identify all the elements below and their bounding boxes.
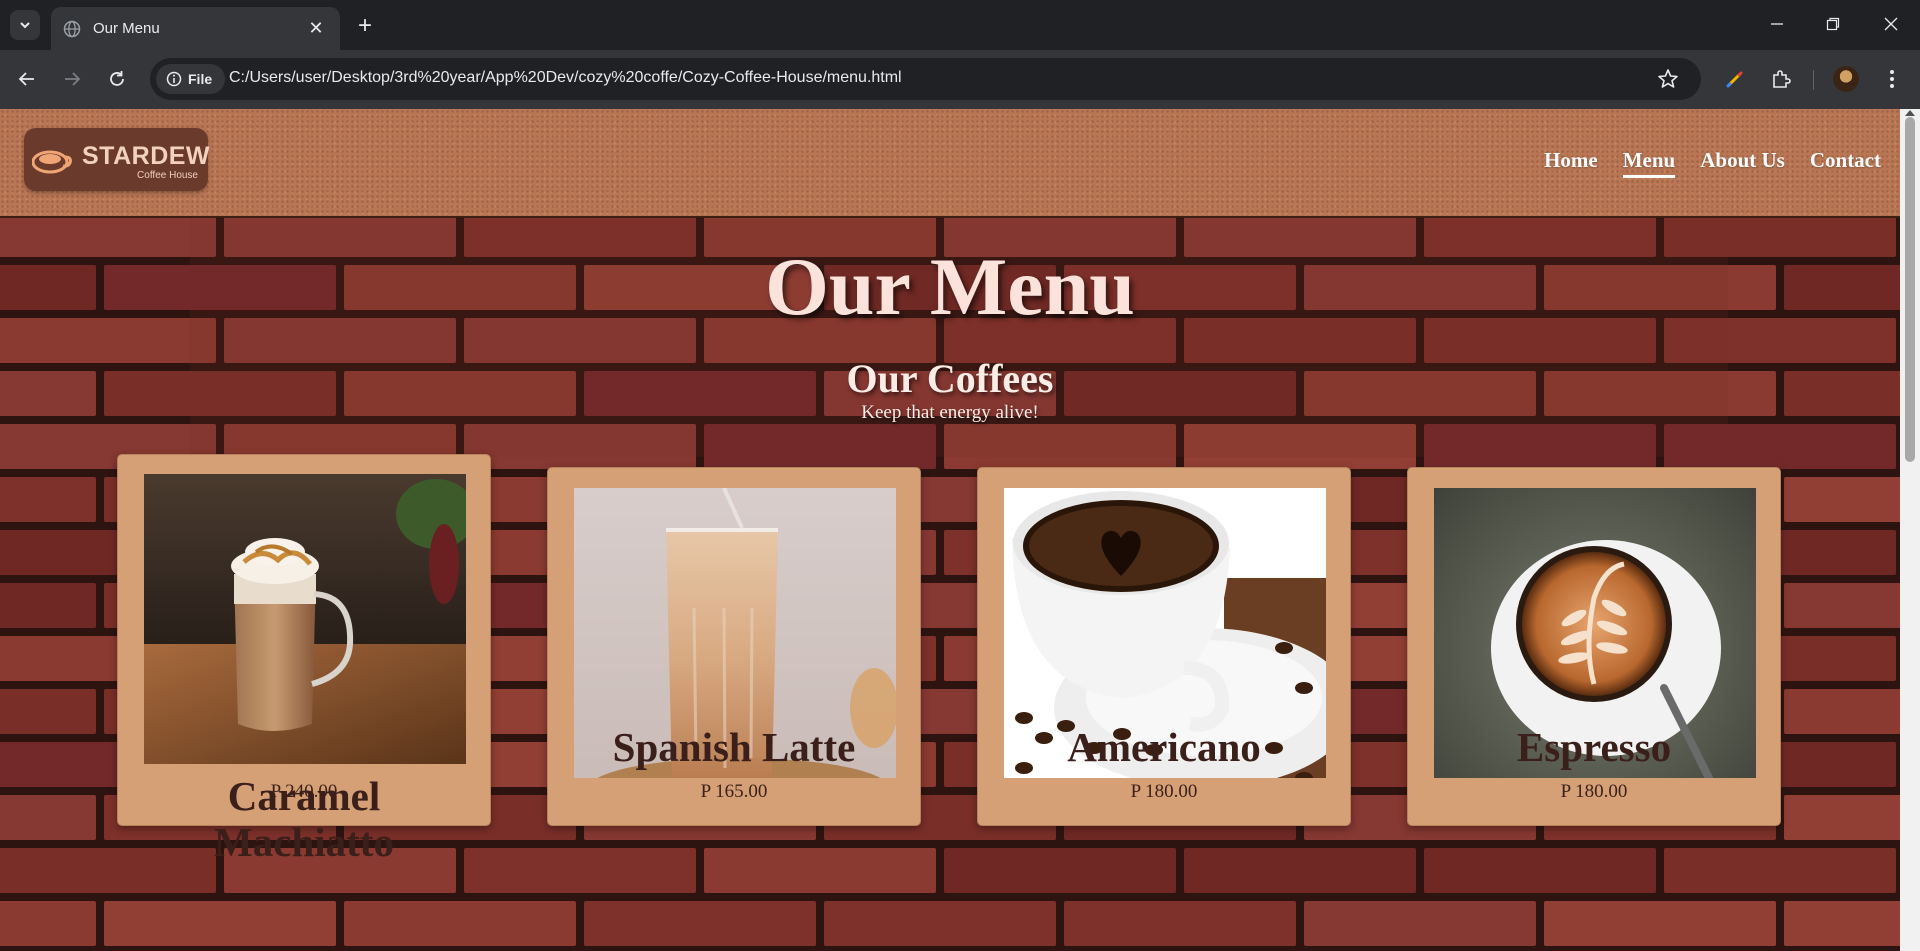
forward-button[interactable] xyxy=(57,64,87,94)
nav-home[interactable]: Home xyxy=(1544,148,1598,178)
menu-item-price: P 240.00 xyxy=(270,781,338,802)
menu-card-caramel-machiatto[interactable]: Caramel Machiatto P 240.00 xyxy=(117,454,491,865)
tab-title: Our Menu xyxy=(93,20,160,37)
browser-toolbar: File C:/Users/user/Desktop/3rd%20year/Ap… xyxy=(0,50,1920,109)
logo-brand: STARDEW xyxy=(82,142,211,170)
arrow-right-icon xyxy=(65,72,81,86)
section-subtitle: Keep that energy alive! xyxy=(861,402,1039,423)
arrow-left-icon xyxy=(18,72,34,86)
minimize-button[interactable] xyxy=(1754,6,1800,42)
menu-item-name: Americano xyxy=(1067,724,1261,770)
menu-item-name: Espresso xyxy=(1516,724,1672,770)
globe-icon xyxy=(63,20,81,37)
close-icon xyxy=(1884,17,1898,31)
tab-close-icon[interactable]: ✕ xyxy=(304,17,328,41)
puzzle-icon xyxy=(1773,70,1791,88)
menu-card-espresso[interactable]: Espresso P 180.00 xyxy=(1407,467,1781,826)
url-text[interactable]: C:/Users/user/Desktop/3rd%20year/App%20D… xyxy=(229,69,902,87)
nav-menu[interactable]: Menu xyxy=(1622,148,1676,178)
back-button[interactable] xyxy=(12,64,42,94)
site-chip-label: File xyxy=(188,71,213,87)
tab-search-button[interactable] xyxy=(10,10,40,40)
address-bar[interactable]: File C:/Users/user/Desktop/3rd%20year/Ap… xyxy=(150,58,1701,100)
browser-tab[interactable]: Our Menu ✕ xyxy=(51,7,340,50)
nav-contact[interactable]: Contact xyxy=(1810,148,1881,178)
menu-item-price: P 165.00 xyxy=(700,781,768,802)
restore-button[interactable] xyxy=(1810,6,1856,42)
page-scrollbar[interactable] xyxy=(1900,109,1920,951)
caramel-machiatto-photo xyxy=(144,474,466,764)
menu-card-spanish-latte[interactable]: Spanish Latte P 165.00 xyxy=(547,467,921,826)
reload-button[interactable] xyxy=(102,64,132,94)
minimize-icon xyxy=(1771,23,1783,25)
reload-icon xyxy=(110,71,124,86)
info-icon xyxy=(166,71,182,87)
site-header: STARDEW Coffee House Home Menu About Us … xyxy=(0,109,1900,218)
page-title: Our Menu xyxy=(765,241,1135,332)
tab-strip: Our Menu ✕ + xyxy=(0,0,1920,50)
section-title: Our Coffees xyxy=(846,356,1054,401)
toolbar-divider xyxy=(1813,70,1814,90)
nav-about-us[interactable]: About Us xyxy=(1700,148,1785,178)
coffee-cup-icon xyxy=(32,150,72,174)
menu-card-americano[interactable]: Americano P 180.00 xyxy=(977,467,1351,826)
site-logo[interactable]: STARDEW Coffee House xyxy=(24,128,211,191)
scroll-thumb[interactable] xyxy=(1905,117,1915,462)
pen-icon xyxy=(1726,71,1743,88)
bookmark-star-icon[interactable] xyxy=(1657,68,1679,90)
profile-avatar[interactable] xyxy=(1833,66,1859,92)
menu-item-price: P 180.00 xyxy=(1130,781,1198,802)
close-window-button[interactable] xyxy=(1868,6,1914,42)
logo-subtitle: Coffee House xyxy=(137,170,198,181)
menu-button[interactable] xyxy=(1877,64,1907,94)
menu-item-name: Spanish Latte xyxy=(612,724,856,770)
menu-item-price: P 180.00 xyxy=(1560,781,1628,802)
site-info-chip[interactable]: File xyxy=(156,64,225,94)
new-tab-button[interactable]: + xyxy=(350,11,380,41)
more-vert-icon xyxy=(1890,70,1894,88)
pen-extension-button[interactable] xyxy=(1720,64,1750,94)
main-nav: Home Menu About Us Contact xyxy=(1544,148,1881,178)
page-viewport: STARDEW Coffee House Home Menu About Us … xyxy=(0,109,1900,951)
chevron-down-icon xyxy=(20,22,30,29)
restore-icon xyxy=(1826,17,1840,31)
extensions-button[interactable] xyxy=(1766,64,1796,94)
scroll-up-arrow-icon[interactable] xyxy=(1905,110,1915,116)
